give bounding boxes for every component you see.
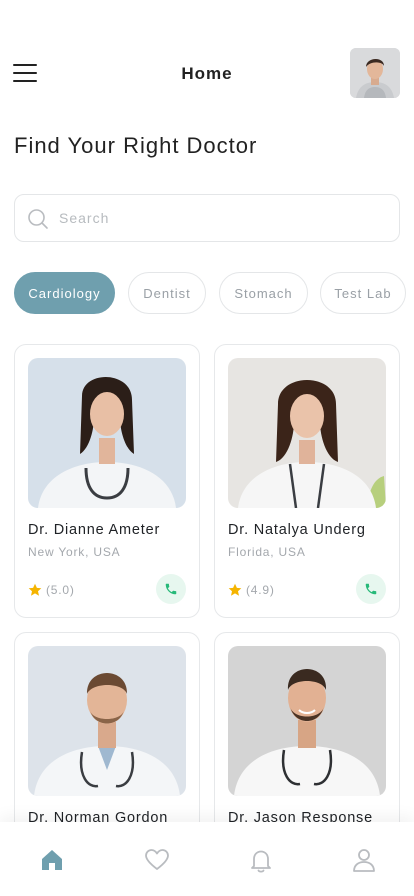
home-icon bbox=[42, 850, 62, 870]
search-bar bbox=[14, 194, 400, 242]
rating-value: (5.0) bbox=[46, 583, 75, 597]
doctor-rating: (5.0) bbox=[28, 582, 75, 598]
heart-icon bbox=[145, 849, 169, 870]
category-chip-test-lab[interactable]: Test Lab bbox=[320, 272, 406, 314]
doctor-card[interactable]: Dr. Natalya Underg Florida, USA (4.9) bbox=[214, 344, 400, 618]
bottom-nav bbox=[0, 822, 414, 896]
nav-favorites[interactable] bbox=[143, 846, 171, 874]
category-chip-stomach[interactable]: Stomach bbox=[219, 272, 308, 314]
doctor-location: New York, USA bbox=[28, 545, 121, 559]
nav-profile[interactable] bbox=[350, 846, 378, 874]
phone-icon bbox=[165, 583, 177, 595]
nav-notifications[interactable] bbox=[247, 846, 275, 874]
call-button[interactable] bbox=[356, 574, 386, 604]
user-icon bbox=[353, 849, 375, 872]
call-button[interactable] bbox=[156, 574, 186, 604]
nav-home[interactable] bbox=[38, 846, 66, 874]
star-icon bbox=[228, 583, 242, 596]
doctor-photo bbox=[228, 646, 386, 796]
bell-icon bbox=[251, 850, 271, 873]
category-chips: Cardiology Dentist Stomach Test Lab bbox=[14, 272, 414, 314]
avatar[interactable] bbox=[350, 48, 400, 98]
doctor-name: Dr. Natalya Underg bbox=[228, 522, 366, 538]
app-header: Home bbox=[0, 46, 414, 100]
menu-icon[interactable] bbox=[10, 56, 42, 88]
doctor-photo bbox=[228, 358, 386, 508]
doctor-card[interactable]: Dr. Dianne Ameter New York, USA (5.0) bbox=[14, 344, 200, 618]
search-icon bbox=[28, 209, 48, 229]
rating-value: (4.9) bbox=[246, 583, 275, 597]
doctor-photo bbox=[28, 646, 186, 796]
phone-icon bbox=[365, 583, 377, 595]
category-chip-cardiology[interactable]: Cardiology bbox=[14, 272, 115, 314]
search-input[interactable] bbox=[59, 195, 389, 241]
doctor-location: Florida, USA bbox=[228, 545, 306, 559]
doctor-photo bbox=[28, 358, 186, 508]
star-icon bbox=[28, 583, 42, 596]
category-chip-dentist[interactable]: Dentist bbox=[128, 272, 206, 314]
doctor-name: Dr. Dianne Ameter bbox=[28, 522, 161, 538]
home-screen: Home Find Your Right Doctor Cardiology D… bbox=[0, 0, 414, 896]
page-title: Find Your Right Doctor bbox=[14, 133, 258, 158]
doctor-rating: (4.9) bbox=[228, 582, 275, 598]
